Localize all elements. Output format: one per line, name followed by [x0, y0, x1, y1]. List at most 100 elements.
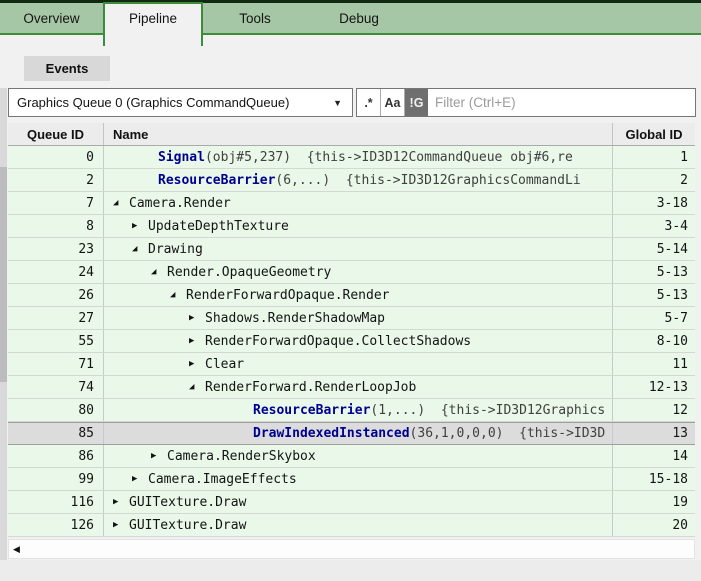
tree-expander-icon[interactable]: ▶	[113, 520, 129, 530]
global-id-cell: 15-18	[613, 468, 695, 490]
queue-id-cell: 126	[8, 514, 104, 536]
event-label: Render.OpaqueGeometry	[167, 265, 331, 280]
api-call-name: Signal	[158, 150, 205, 165]
event-label: RenderForward.RenderLoopJob	[205, 380, 416, 395]
tree-expander-icon[interactable]: ▶	[189, 359, 205, 369]
regex-toggle-button[interactable]: .*	[357, 89, 381, 116]
table-row[interactable]: 86 ▶ Camera.RenderSkybox 14	[8, 445, 695, 468]
name-cell: ▶ RenderForwardOpaque.CollectShadows	[104, 330, 613, 352]
events-panel-tab-label: Events	[46, 61, 89, 76]
queue-id-cell: 71	[8, 353, 104, 375]
event-label: Clear	[205, 357, 244, 372]
tree-expander-icon[interactable]: ▶	[132, 474, 148, 484]
queue-id-cell: 24	[8, 261, 104, 283]
events-panel-tab[interactable]: Events	[24, 56, 110, 81]
name-cell: ▶ UpdateDepthTexture	[104, 215, 613, 237]
name-cell: ▶ Camera.RenderSkybox	[104, 445, 613, 467]
event-label: Shadows.RenderShadowMap	[205, 311, 385, 326]
tree-expander-icon[interactable]: ◢	[113, 198, 129, 208]
queue-id-cell: 116	[8, 491, 104, 513]
scroll-left-icon[interactable]: ◀	[9, 544, 20, 555]
table-body: 0 Signal(obj#5,237) {this->ID3D12Command…	[8, 146, 695, 537]
global-id-cell: 3-4	[613, 215, 695, 237]
column-header-queue-id: Queue ID	[8, 123, 104, 145]
queue-select-dropdown[interactable]: Graphics Queue 0 (Graphics CommandQueue)…	[8, 88, 353, 117]
table-row[interactable]: 116 ▶ GUITexture.Draw 19	[8, 491, 695, 514]
queue-id-cell: 7	[8, 192, 104, 214]
tree-expander-icon[interactable]: ▶	[189, 313, 205, 323]
events-table: Queue ID Name Global ID 0 Signal(obj#5,2…	[8, 123, 695, 537]
name-cell: ▶ Clear	[104, 353, 613, 375]
tab-debug[interactable]: Debug	[307, 3, 411, 33]
queue-id-cell: 23	[8, 238, 104, 260]
tab-tools[interactable]: Tools	[203, 3, 307, 33]
table-row[interactable]: 99 ▶ Camera.ImageEffects 15-18	[8, 468, 695, 491]
tab-pipeline[interactable]: Pipeline	[103, 2, 203, 46]
table-row[interactable]: 0 Signal(obj#5,237) {this->ID3D12Command…	[8, 146, 695, 169]
glob-toggle-button[interactable]: !G	[405, 89, 428, 116]
table-row[interactable]: 126 ▶ GUITexture.Draw 20	[8, 514, 695, 537]
queue-id-cell: 80	[8, 399, 104, 421]
queue-id-cell: 27	[8, 307, 104, 329]
chevron-down-icon: ▼	[329, 98, 352, 108]
event-label: Drawing	[148, 242, 203, 257]
tree-expander-icon[interactable]: ◢	[189, 382, 205, 392]
status-area	[0, 560, 701, 581]
tree-expander-icon[interactable]: ▶	[113, 497, 129, 507]
api-call-args: (1,...) {this->ID3D12Graphics	[370, 403, 605, 418]
table-row[interactable]: 71 ▶ Clear 11	[8, 353, 695, 376]
name-cell: ResourceBarrier(1,...) {this->ID3D12Grap…	[104, 399, 613, 421]
global-id-cell: 5-13	[613, 284, 695, 306]
name-cell: DrawIndexedInstanced(36,1,0,0,0) {this->…	[104, 423, 613, 444]
api-call-name: ResourceBarrier	[253, 403, 370, 418]
name-cell: ▶ Shadows.RenderShadowMap	[104, 307, 613, 329]
tree-expander-icon[interactable]: ▶	[151, 451, 167, 461]
global-id-cell: 12-13	[613, 376, 695, 398]
event-label: Camera.Render	[129, 196, 231, 211]
api-call-name: DrawIndexedInstanced	[253, 426, 410, 441]
table-row[interactable]: 85 DrawIndexedInstanced(36,1,0,0,0) {thi…	[8, 422, 695, 445]
name-cell: ResourceBarrier(6,...) {this->ID3D12Grap…	[104, 169, 613, 191]
global-id-cell: 8-10	[613, 330, 695, 352]
name-cell: ◢ Drawing	[104, 238, 613, 260]
api-call-args: (6,...) {this->ID3D12GraphicsCommandLi	[275, 173, 580, 188]
table-row[interactable]: 24 ◢ Render.OpaqueGeometry 5-13	[8, 261, 695, 284]
queue-id-cell: 55	[8, 330, 104, 352]
global-id-cell: 11	[613, 353, 695, 375]
table-row[interactable]: 7 ◢ Camera.Render 3-18	[8, 192, 695, 215]
table-row[interactable]: 55 ▶ RenderForwardOpaque.CollectShadows …	[8, 330, 695, 353]
event-label: GUITexture.Draw	[129, 518, 246, 533]
tree-expander-icon[interactable]: ◢	[151, 267, 167, 277]
name-cell: ▶ GUITexture.Draw	[104, 514, 613, 536]
table-row[interactable]: 23 ◢ Drawing 5-14	[8, 238, 695, 261]
table-row[interactable]: 8 ▶ UpdateDepthTexture 3-4	[8, 215, 695, 238]
tree-expander-icon[interactable]: ◢	[170, 290, 186, 300]
table-row[interactable]: 2 ResourceBarrier(6,...) {this->ID3D12Gr…	[8, 169, 695, 192]
queue-id-cell: 2	[8, 169, 104, 191]
queue-id-cell: 99	[8, 468, 104, 490]
tree-expander-icon[interactable]: ◢	[132, 244, 148, 254]
case-sensitive-toggle-button[interactable]: Aa	[381, 89, 405, 116]
name-cell: Signal(obj#5,237) {this->ID3D12CommandQu…	[104, 146, 613, 168]
table-row[interactable]: 27 ▶ Shadows.RenderShadowMap 5-7	[8, 307, 695, 330]
name-cell: ◢ RenderForward.RenderLoopJob	[104, 376, 613, 398]
queue-select-value: Graphics Queue 0 (Graphics CommandQueue)	[9, 95, 329, 110]
table-header-row: Queue ID Name Global ID	[8, 123, 695, 146]
name-cell: ◢ RenderForwardOpaque.Render	[104, 284, 613, 306]
table-row[interactable]: 74 ◢ RenderForward.RenderLoopJob 12-13	[8, 376, 695, 399]
filter-bar: .* Aa !G	[356, 88, 696, 117]
global-id-cell: 5-13	[613, 261, 695, 283]
event-label: Camera.ImageEffects	[148, 472, 297, 487]
tab-overview[interactable]: Overview	[0, 3, 103, 33]
table-row[interactable]: 26 ◢ RenderForwardOpaque.Render 5-13	[8, 284, 695, 307]
name-cell: ◢ Render.OpaqueGeometry	[104, 261, 613, 283]
global-id-cell: 2	[613, 169, 695, 191]
queue-id-cell: 26	[8, 284, 104, 306]
queue-id-cell: 8	[8, 215, 104, 237]
vertical-scrollbar-thumb[interactable]	[0, 167, 7, 382]
horizontal-scrollbar[interactable]: ◀	[8, 539, 695, 559]
table-row[interactable]: 80 ResourceBarrier(1,...) {this->ID3D12G…	[8, 399, 695, 422]
tree-expander-icon[interactable]: ▶	[132, 221, 148, 231]
filter-input[interactable]	[428, 89, 695, 116]
tree-expander-icon[interactable]: ▶	[189, 336, 205, 346]
